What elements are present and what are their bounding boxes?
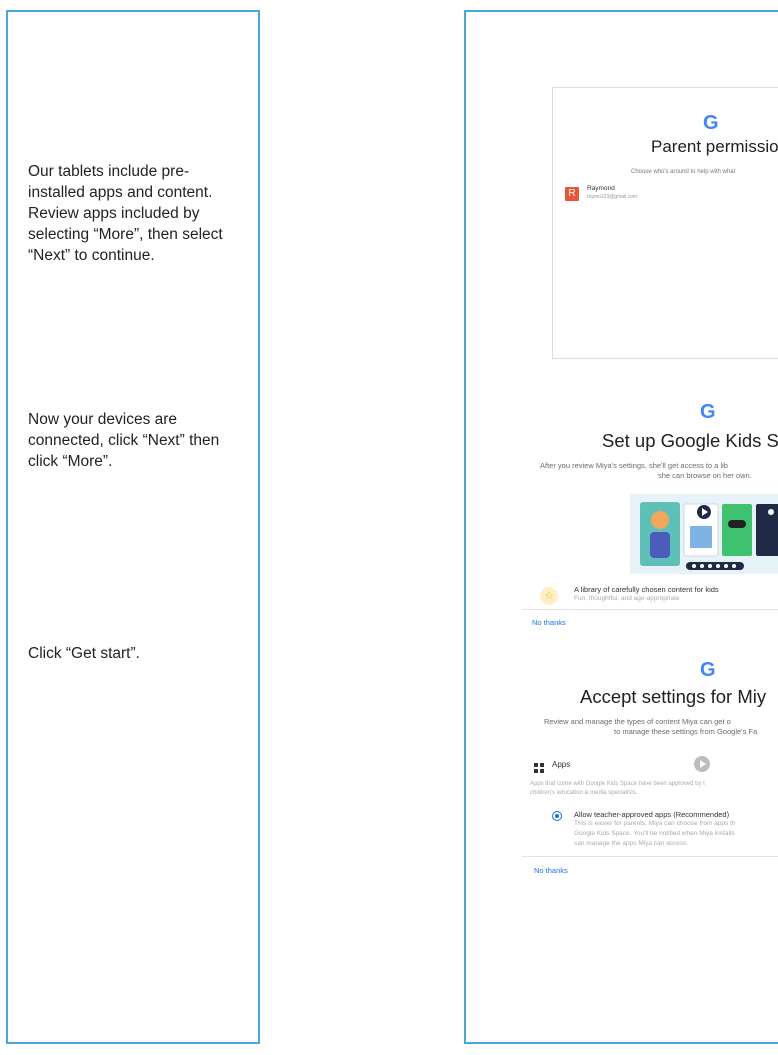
page-subtitle-line2: to manage these settings from Google's F… <box>614 727 758 736</box>
star-icon: ☆ <box>540 587 558 605</box>
page-subtitle-line1: After you review Miya's settings, she'll… <box>540 461 728 470</box>
feature-title: A library of carefully chosen content fo… <box>574 585 719 594</box>
apps-label: Apps <box>552 760 571 769</box>
option-description-line2: Google Kids Space. You'll be notified wh… <box>574 830 735 837</box>
divider <box>522 609 778 610</box>
account-name: Raymond <box>587 185 615 192</box>
account-row[interactable]: R Raymond raymo123@gmail.com <box>565 185 778 205</box>
page-title: Parent permissio <box>651 137 778 156</box>
divider <box>522 856 778 857</box>
google-logo-icon: G <box>700 401 716 423</box>
no-thanks-link[interactable]: No thanks <box>532 618 566 627</box>
kids-space-setup-screen: G Set up Google Kids S After you review … <box>522 367 778 627</box>
kids-space-illustration <box>626 492 778 577</box>
avatar: R <box>565 187 579 201</box>
google-logo-icon: G <box>703 112 719 134</box>
play-icon[interactable] <box>694 756 710 772</box>
page-subtitle-line1: Review and manage the types of content M… <box>544 717 731 726</box>
instruction-step-get-start: Click “Get start”. <box>28 645 140 662</box>
page-subtitle: Choose who's around to help with what <box>631 169 736 175</box>
no-thanks-link[interactable]: No thanks <box>534 866 568 875</box>
apps-grid-icon <box>534 760 544 773</box>
feature-subtitle: Fun, thoughtful, and age-appropriate <box>574 595 680 602</box>
google-logo-icon: G <box>700 659 716 681</box>
parent-permission-screen: G Parent permissio Choose who's around t… <box>552 87 778 359</box>
radio-selected-icon[interactable] <box>552 811 562 821</box>
option-description-line3: can manage the apps Miya can access. <box>574 840 689 847</box>
instruction-step-more: Our tablets include pre-installed apps a… <box>28 163 223 264</box>
option-description-line1: This is easier for parents. Miya can cho… <box>574 820 736 827</box>
accept-settings-screen: G Accept settings for Miy Review and man… <box>522 630 778 930</box>
instruction-step-next: Now your devices are connected, click “N… <box>28 411 220 470</box>
instructions-panel: Our tablets include pre-installed apps a… <box>6 10 260 1044</box>
page-subtitle-line2: she can browse on her own. <box>658 471 752 480</box>
account-email: raymo123@gmail.com <box>587 194 638 200</box>
page-title: Accept settings for Miy <box>580 686 767 707</box>
option-title[interactable]: Allow teacher-approved apps (Recommended… <box>574 810 729 820</box>
apps-description-line1: Apps that come with Google Kids Space ha… <box>530 781 705 787</box>
page-title: Set up Google Kids S <box>602 430 778 451</box>
apps-description-line2: children's education & media specialists… <box>530 790 638 796</box>
screenshots-panel: G Parent permissio Choose who's around t… <box>464 10 778 1044</box>
